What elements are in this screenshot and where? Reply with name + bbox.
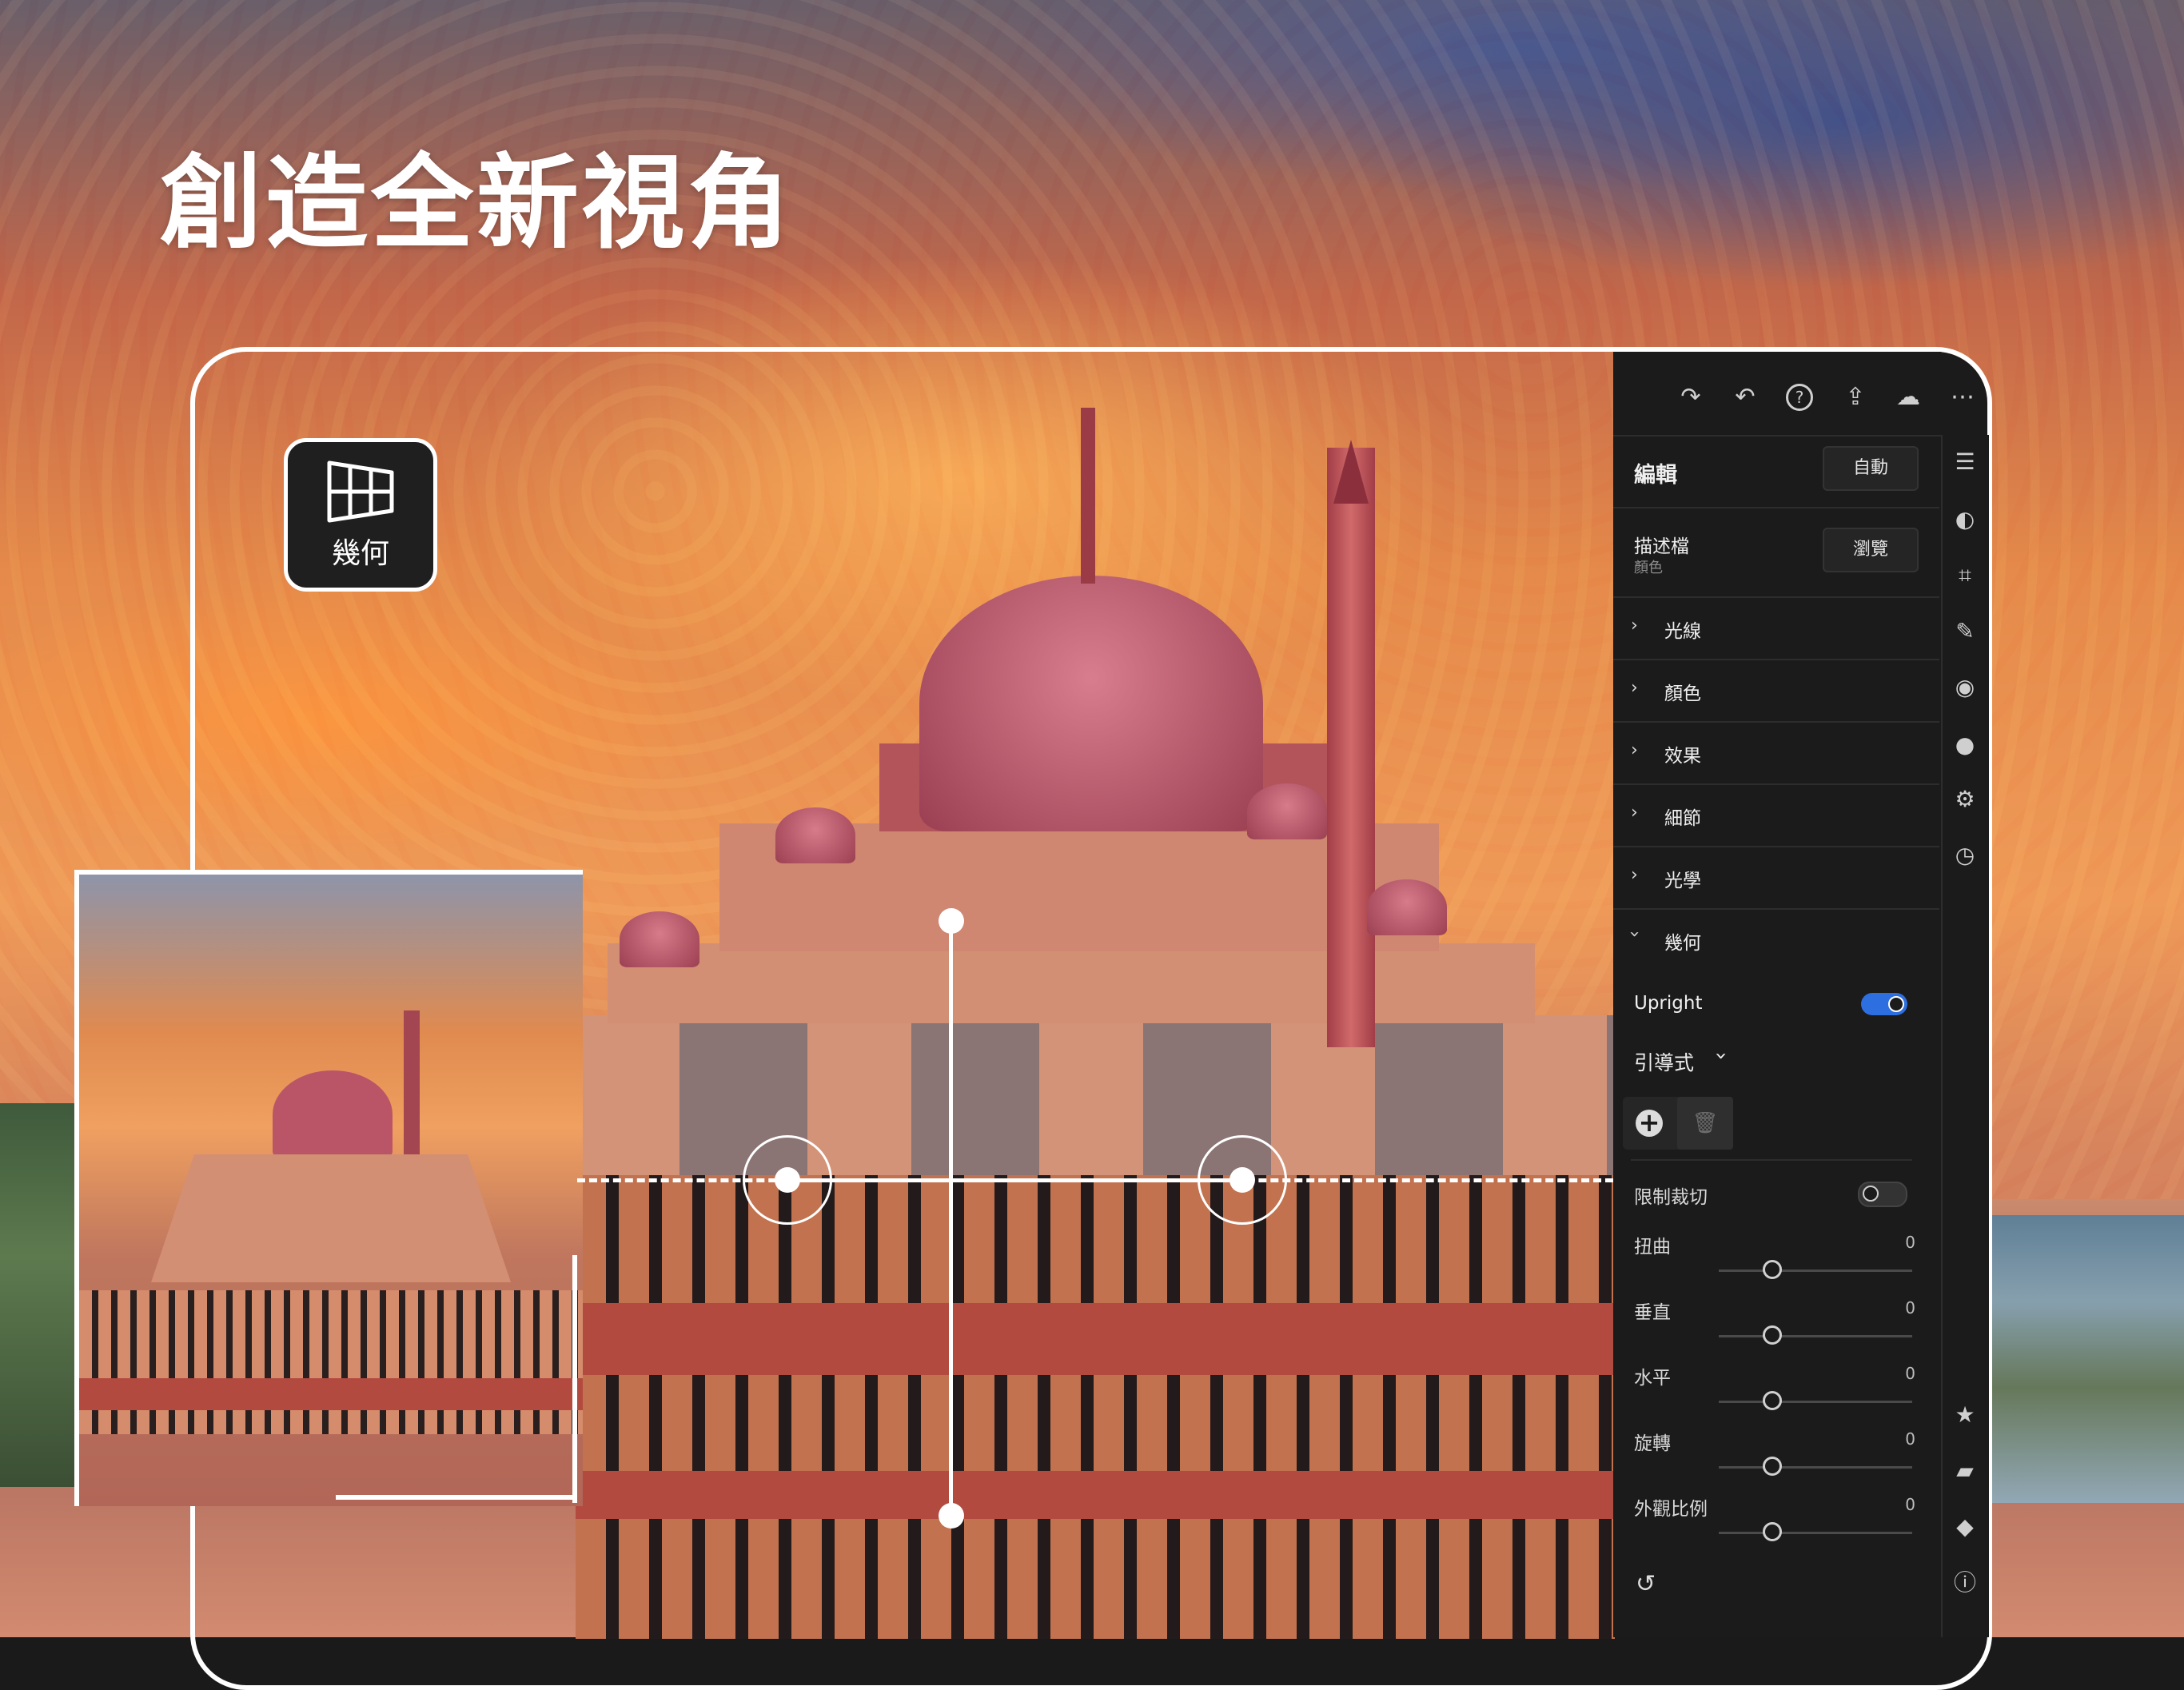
loupe-ring xyxy=(1198,1135,1287,1225)
horizontal-slider-track[interactable] xyxy=(1719,1401,1912,1403)
inset-mosque-body xyxy=(151,1154,511,1282)
share-icon[interactable]: ⇪ xyxy=(1842,384,1869,411)
add-guide-icon[interactable]: + xyxy=(1636,1110,1663,1137)
chevron-down-icon[interactable]: › xyxy=(1709,1052,1733,1060)
comment-icon[interactable]: ▰ xyxy=(1949,1455,1981,1487)
info-icon[interactable]: ⓘ xyxy=(1949,1567,1981,1599)
headline: 創造全新視角 xyxy=(160,144,794,263)
right-shore-bridge xyxy=(1991,1215,2184,1503)
edit-header-row: 編輯 自動 xyxy=(1613,435,1939,508)
toggle-knob xyxy=(1863,1186,1879,1202)
horizontal-label: 水平 xyxy=(1634,1368,1671,1389)
chevron-right-icon: › xyxy=(1631,678,1638,698)
cloud-sync-icon[interactable]: ☁ xyxy=(1895,384,1922,411)
undo-icon[interactable]: ↶ xyxy=(1732,384,1759,411)
delete-guide-icon[interactable]: 🗑 xyxy=(1677,1097,1733,1150)
upright-toggle[interactable] xyxy=(1861,993,1907,1015)
vertical-guide[interactable] xyxy=(949,921,953,1517)
section-label: 光線 xyxy=(1664,621,1701,642)
chevron-right-icon: › xyxy=(1631,740,1638,760)
divider xyxy=(1631,1159,1912,1161)
upright-label: Upright xyxy=(1634,993,1703,1014)
section-label: 細節 xyxy=(1664,808,1701,829)
distortion-slider-track[interactable] xyxy=(1719,1269,1912,1272)
section-geometry[interactable]: › 幾何 xyxy=(1613,908,1939,971)
top-toolbar: ↷ ↶ ? ⇪ ☁ ⋯ xyxy=(1613,352,1987,436)
section-label: 效果 xyxy=(1664,746,1701,767)
horizontal-guide[interactable] xyxy=(787,1178,1243,1182)
guide-handle[interactable] xyxy=(939,908,964,934)
section-label: 幾何 xyxy=(1664,933,1701,954)
loupe-ring xyxy=(743,1135,832,1225)
chevron-right-icon: › xyxy=(1631,865,1638,885)
section-color[interactable]: › 顏色 xyxy=(1613,659,1939,723)
vertical-value: 0 xyxy=(1905,1298,1915,1317)
chevron-right-icon: › xyxy=(1631,616,1638,636)
reset-icon[interactable]: ↺ xyxy=(1636,1570,1656,1598)
profile-subtitle: 顏色 xyxy=(1634,560,1663,576)
browse-button[interactable]: 瀏覽 xyxy=(1823,528,1919,572)
masking-icon[interactable]: ◉ xyxy=(1949,672,1981,704)
geometry-badge: 幾何 xyxy=(284,438,437,592)
section-optics[interactable]: › 光學 xyxy=(1613,846,1939,910)
vertical-slider-thumb[interactable] xyxy=(1763,1325,1782,1345)
toggle-knob xyxy=(1888,996,1904,1012)
perspective-grid-icon xyxy=(327,460,394,523)
before-image-inset xyxy=(74,870,583,1506)
history-icon[interactable]: ◷ xyxy=(1949,839,1981,871)
inset-band xyxy=(79,1378,583,1410)
inset-edge xyxy=(336,1495,577,1500)
section-detail[interactable]: › 細節 xyxy=(1613,783,1939,847)
section-label: 光學 xyxy=(1664,871,1701,891)
section-label: 顏色 xyxy=(1664,684,1701,704)
profile-title: 描述檔 xyxy=(1634,536,1689,557)
constrain-crop-toggle[interactable] xyxy=(1858,1182,1907,1207)
inset-dome xyxy=(273,1070,393,1158)
aspect-value: 0 xyxy=(1905,1495,1915,1514)
redo-icon[interactable]: ↷ xyxy=(1677,384,1704,411)
upright-mode-select[interactable]: 引導式 xyxy=(1634,1047,1694,1076)
aspect-slider-thumb[interactable] xyxy=(1763,1522,1782,1541)
distortion-label: 扭曲 xyxy=(1634,1237,1671,1258)
color-mixer-icon[interactable]: ● xyxy=(1949,729,1981,761)
tool-rail: ☰ ◐ ⌗ ✎ ◉ ● ⚙ ◷ ★ ▰ ◆ ⓘ xyxy=(1941,435,1989,1637)
aspect-slider-track[interactable] xyxy=(1719,1532,1912,1534)
auto-button[interactable]: 自動 xyxy=(1823,446,1919,491)
rotate-slider-track[interactable] xyxy=(1719,1466,1912,1469)
star-icon[interactable]: ★ xyxy=(1949,1399,1981,1431)
distortion-value: 0 xyxy=(1905,1233,1915,1252)
crop-icon[interactable]: ⌗ xyxy=(1949,560,1981,592)
rotate-label: 旋轉 xyxy=(1634,1433,1671,1454)
horizontal-value: 0 xyxy=(1905,1364,1915,1383)
section-effects[interactable]: › 效果 xyxy=(1613,721,1939,785)
rotate-value: 0 xyxy=(1905,1429,1915,1449)
inset-edge xyxy=(572,1255,577,1503)
vertical-label: 垂直 xyxy=(1634,1302,1671,1323)
vertical-slider-track[interactable] xyxy=(1719,1335,1912,1337)
rotate-slider-thumb[interactable] xyxy=(1763,1457,1782,1476)
section-light[interactable]: › 光線 xyxy=(1613,596,1939,660)
more-icon[interactable]: ⋯ xyxy=(1949,384,1976,411)
healing-brush-icon[interactable]: ✎ xyxy=(1949,616,1981,648)
badge-label: 幾何 xyxy=(331,537,389,570)
aspect-label: 外觀比例 xyxy=(1634,1499,1708,1520)
chevron-right-icon: › xyxy=(1631,803,1638,823)
tag-icon[interactable]: ◆ xyxy=(1949,1511,1981,1543)
constrain-crop-label: 限制裁切 xyxy=(1634,1187,1708,1208)
adjust-sliders-icon[interactable]: ☰ xyxy=(1949,446,1981,478)
chevron-down-icon: › xyxy=(1624,931,1644,938)
profile-row: 描述檔 顏色 瀏覽 xyxy=(1613,507,1939,598)
versions-icon[interactable]: ⚙ xyxy=(1949,783,1981,815)
distortion-slider-thumb[interactable] xyxy=(1763,1260,1782,1279)
help-icon[interactable]: ? xyxy=(1786,384,1813,411)
presets-icon[interactable]: ◐ xyxy=(1949,504,1981,536)
guide-handle[interactable] xyxy=(939,1503,964,1529)
inset-wall xyxy=(79,1290,583,1434)
edit-title: 編輯 xyxy=(1634,463,1677,488)
horizontal-slider-thumb[interactable] xyxy=(1763,1391,1782,1410)
